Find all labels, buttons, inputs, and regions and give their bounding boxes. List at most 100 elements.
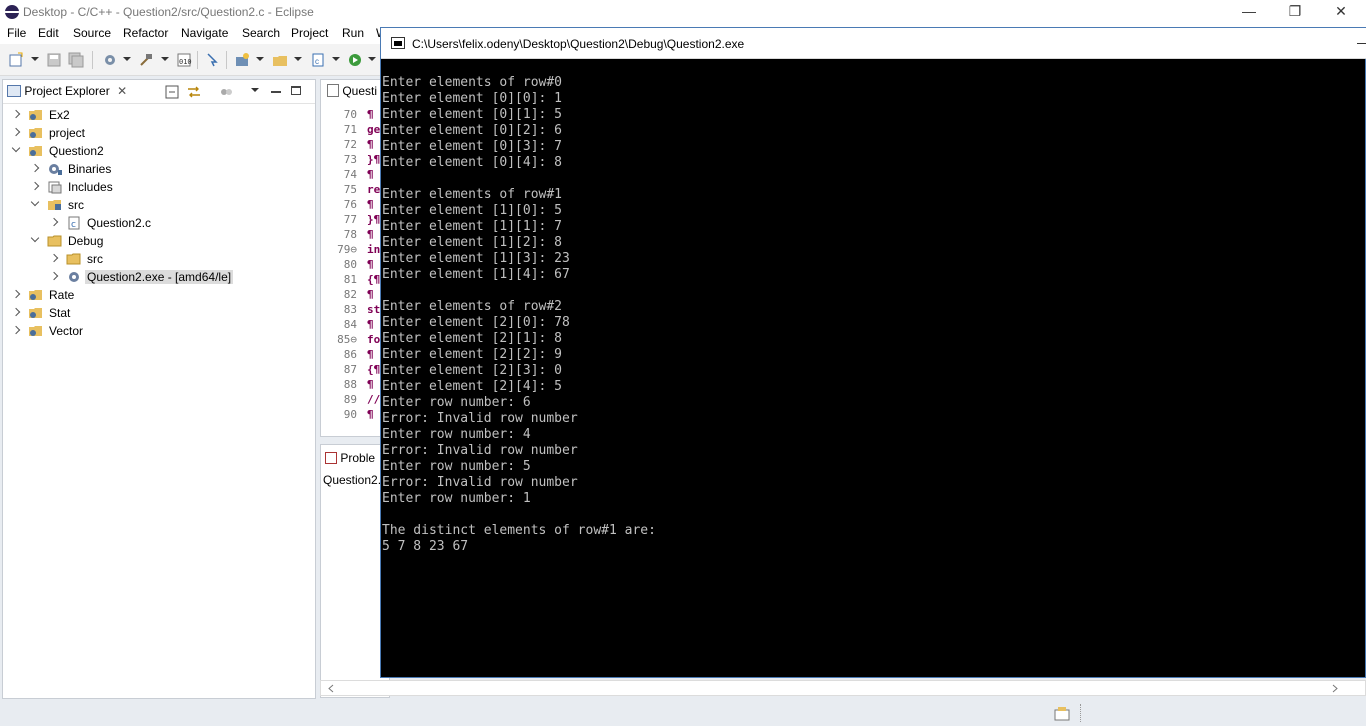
run-icon[interactable] — [347, 52, 363, 68]
code-line[interactable]: ¶ — [367, 138, 381, 151]
menu-file[interactable]: File — [7, 26, 26, 40]
code-line[interactable]: ¶ — [367, 348, 381, 361]
code-line[interactable]: }¶ — [367, 153, 381, 166]
tab-project-explorer[interactable]: Project Explorer ✕ — [7, 84, 127, 98]
code-line[interactable]: ¶ — [367, 258, 381, 271]
build-icon[interactable] — [138, 52, 154, 68]
project-icon — [29, 308, 42, 318]
c-file-icon: c — [68, 216, 80, 230]
code-line[interactable]: ¶ — [367, 408, 381, 421]
code-line[interactable]: {¶ — [367, 273, 381, 286]
horizontal-scrollbar[interactable] — [320, 680, 1366, 696]
close-button[interactable]: ✕ — [1318, 0, 1364, 24]
new-folder-dropdown-icon[interactable] — [294, 57, 302, 61]
line-number: 88 — [343, 378, 357, 391]
tree-label: Ex2 — [49, 108, 70, 122]
code-line[interactable]: ¶ — [367, 378, 381, 391]
binary-icon[interactable]: 010 — [176, 52, 192, 68]
code-line[interactable]: ¶ — [367, 288, 381, 301]
window-title: Desktop - C/C++ - Question2/src/Question… — [23, 5, 314, 19]
build-dropdown-icon[interactable] — [161, 57, 169, 61]
menu-refactor[interactable]: Refactor — [123, 26, 168, 40]
chevron-down-icon[interactable] — [30, 197, 40, 207]
tree-label: Binaries — [68, 162, 112, 176]
chevron-right-icon[interactable] — [49, 217, 59, 227]
code-line[interactable]: in — [367, 243, 381, 256]
scroll-right-icon[interactable] — [1331, 684, 1339, 693]
chevron-right-icon[interactable] — [30, 181, 40, 191]
run-dropdown-icon[interactable] — [368, 57, 376, 61]
svg-text:010: 010 — [179, 58, 192, 66]
project-explorer-icon — [7, 85, 21, 97]
save-all-icon[interactable] — [68, 52, 84, 68]
code-line[interactable]: ¶ — [367, 228, 381, 241]
project-explorer-panel: Project Explorer ✕ Ex2 project Question2… — [2, 79, 316, 699]
console-minimize-button[interactable] — [1357, 43, 1366, 44]
settings-icon[interactable] — [102, 52, 118, 68]
menu-edit[interactable]: Edit — [38, 26, 59, 40]
code-line[interactable]: re — [367, 183, 381, 196]
restore-button[interactable]: ❐ — [1272, 0, 1318, 24]
progress-icon[interactable] — [1053, 706, 1071, 722]
scroll-left-icon[interactable] — [327, 684, 335, 693]
new-icon[interactable] — [8, 52, 24, 68]
new-file-icon[interactable]: c — [310, 52, 326, 68]
collapse-all-icon[interactable] — [165, 85, 179, 99]
code-line[interactable]: ge — [367, 123, 381, 136]
line-number: 78 — [343, 228, 357, 241]
cursor-icon[interactable] — [204, 52, 220, 68]
close-tab-icon[interactable]: ✕ — [117, 84, 127, 98]
minimize-button[interactable]: — — [1226, 0, 1272, 24]
chevron-right-icon[interactable] — [49, 253, 59, 263]
problems-item[interactable]: Question2. — [323, 473, 381, 487]
chevron-right-icon[interactable] — [11, 307, 21, 317]
menu-navigate[interactable]: Navigate — [181, 26, 228, 40]
filter-icon[interactable] — [219, 85, 233, 99]
chevron-right-icon[interactable] — [49, 271, 59, 281]
chevron-right-icon[interactable] — [30, 163, 40, 173]
tree-label: src — [87, 252, 103, 266]
code-line[interactable]: ¶ — [367, 108, 381, 121]
tab-question2-c[interactable]: Questi — [327, 84, 377, 98]
code-line[interactable]: ¶ — [367, 168, 381, 181]
menu-project[interactable]: Project — [291, 26, 328, 40]
console-output: Enter elements of row#0 Enter element [0… — [382, 75, 656, 554]
tree-label: Stat — [49, 306, 71, 320]
svg-text:c: c — [71, 220, 76, 230]
code-line[interactable]: }¶ — [367, 213, 381, 226]
code-line[interactable]: // — [367, 393, 381, 406]
chevron-right-icon[interactable] — [11, 325, 21, 335]
chevron-down-icon[interactable] — [30, 233, 40, 243]
maximize-view-icon[interactable] — [291, 86, 301, 95]
menu-search[interactable]: Search — [242, 26, 280, 40]
new-project-icon[interactable] — [234, 52, 250, 68]
line-number: 82 — [343, 288, 357, 301]
new-project-dropdown-icon[interactable] — [256, 57, 264, 61]
console-title-bar[interactable]: C:\Users\felix.odeny\Desktop\Question2\D… — [381, 28, 1366, 59]
project-icon — [29, 128, 42, 138]
new-folder-icon[interactable] — [272, 52, 288, 68]
chevron-down-icon[interactable] — [11, 143, 21, 153]
save-icon[interactable] — [46, 52, 62, 68]
chevron-right-icon[interactable] — [11, 109, 21, 119]
link-with-editor-icon[interactable] — [186, 85, 202, 99]
tab-problems[interactable]: Proble — [325, 451, 375, 465]
binaries-icon — [49, 164, 62, 175]
menu-source[interactable]: Source — [73, 26, 111, 40]
new-dropdown-icon[interactable] — [31, 57, 39, 61]
view-menu-icon[interactable] — [251, 88, 259, 92]
new-file-dropdown-icon[interactable] — [332, 57, 340, 61]
minimize-view-icon[interactable] — [271, 91, 281, 93]
line-number: 74 — [343, 168, 357, 181]
code-line[interactable]: st — [367, 303, 381, 316]
line-number: 79⊖ — [337, 243, 357, 256]
settings-dropdown-icon[interactable] — [123, 57, 131, 61]
code-line[interactable]: ¶ — [367, 318, 381, 331]
chevron-right-icon[interactable] — [11, 289, 21, 299]
menu-run[interactable]: Run — [342, 26, 364, 40]
code-line[interactable]: fo — [367, 333, 381, 346]
console-window[interactable]: C:\Users\felix.odeny\Desktop\Question2\D… — [380, 27, 1366, 678]
code-line[interactable]: ¶ — [367, 198, 381, 211]
code-line[interactable]: {¶ — [367, 363, 381, 376]
chevron-right-icon[interactable] — [11, 127, 21, 137]
